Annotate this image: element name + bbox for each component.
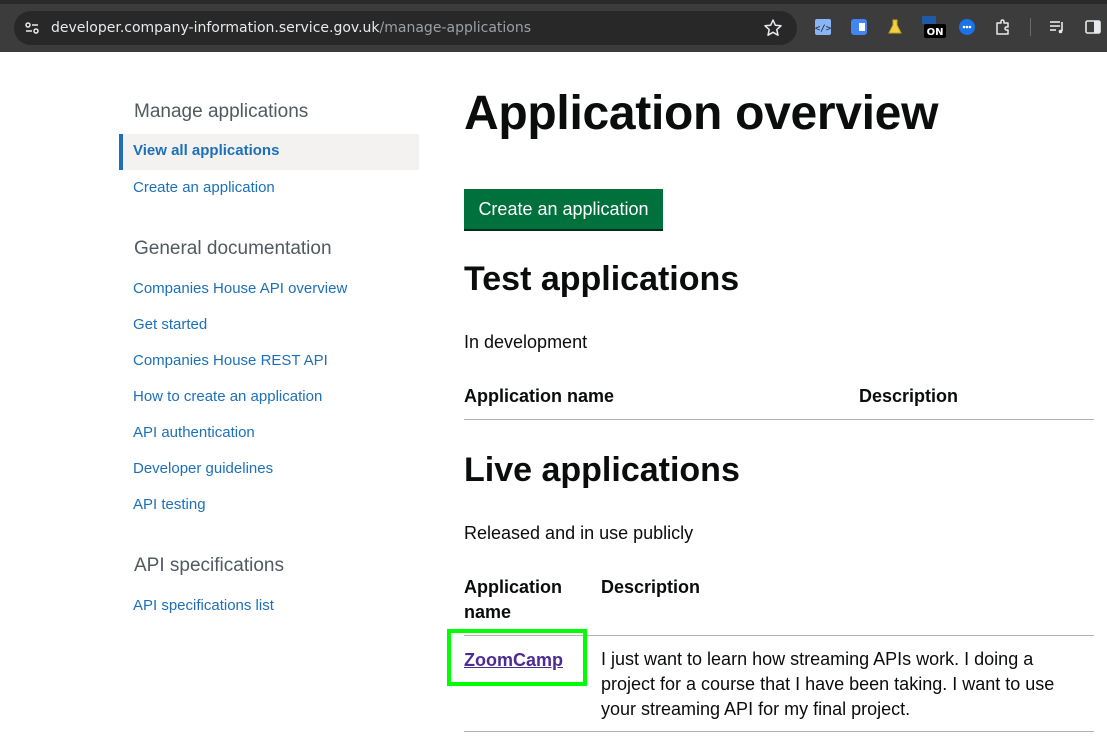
test-applications-caption: In development xyxy=(464,332,588,352)
svg-text:</>: </> xyxy=(815,24,832,34)
nav-item-label: View all applications xyxy=(133,142,280,159)
column-header-application-name: Application name xyxy=(464,577,562,622)
live-applications-caption: Released and in use publicly xyxy=(464,523,694,543)
url-text[interactable]: developer.company-information.service.go… xyxy=(51,19,531,37)
tab-strip-edge xyxy=(0,0,1107,4)
bookmark-star-icon[interactable] xyxy=(763,18,783,38)
url-path: /manage-applications xyxy=(379,20,532,36)
table-divider xyxy=(464,419,1094,420)
table-divider xyxy=(464,731,1094,732)
column-header-application-name: Application name xyxy=(464,386,615,406)
test-applications-heading: Test applications xyxy=(464,260,740,298)
nav-item-view-all-applications[interactable]: View all applications xyxy=(119,134,419,170)
nav-heading-manage: Manage applications xyxy=(134,101,309,122)
code-extension-icon[interactable]: </> xyxy=(814,18,832,36)
page-title: Application overview xyxy=(464,87,939,140)
on-toggle-extension-icon[interactable]: ON xyxy=(922,16,946,38)
nav-link-get-started[interactable]: Get started xyxy=(133,315,207,335)
messenger-extension-icon[interactable] xyxy=(958,18,976,36)
nav-link-developer-guidelines[interactable]: Developer guidelines xyxy=(133,459,273,479)
side-panel-icon[interactable] xyxy=(1084,18,1102,36)
live-applications-heading: Live applications xyxy=(464,451,740,489)
highlight-box xyxy=(447,629,587,686)
nav-link-api-authentication[interactable]: API authentication xyxy=(133,423,255,443)
browser-toolbar: developer.company-information.service.go… xyxy=(0,0,1107,52)
nav-link-how-to-create-application[interactable]: How to create an application xyxy=(133,387,322,407)
translate-extension-icon[interactable] xyxy=(850,18,868,36)
nav-link-api-testing[interactable]: API testing xyxy=(133,495,206,515)
nav-link-api-specifications-list[interactable]: API specifications list xyxy=(133,596,274,616)
extension-badge: ON xyxy=(927,27,944,38)
create-application-button[interactable]: Create an application xyxy=(464,189,663,229)
application-description: I just want to learn how streaming APIs … xyxy=(601,649,1055,719)
nav-heading-api-specifications: API specifications xyxy=(134,555,284,576)
media-controls-icon[interactable] xyxy=(1048,18,1066,36)
address-bar[interactable]: developer.company-information.service.go… xyxy=(14,11,797,45)
nav-link-create-application[interactable]: Create an application xyxy=(133,178,275,198)
column-header-description: Description xyxy=(601,577,701,597)
flask-extension-icon[interactable] xyxy=(886,18,904,36)
nav-link-rest-api[interactable]: Companies House REST API xyxy=(133,351,328,371)
column-header-description: Description xyxy=(859,386,959,406)
site-info-icon[interactable] xyxy=(24,20,40,36)
toolbar-divider xyxy=(1030,18,1031,36)
extensions-puzzle-icon[interactable] xyxy=(994,18,1012,36)
nav-heading-general-documentation: General documentation xyxy=(134,238,332,259)
nav-link-api-overview[interactable]: Companies House API overview xyxy=(133,279,347,299)
url-host: developer.company-information.service.go… xyxy=(51,20,380,36)
